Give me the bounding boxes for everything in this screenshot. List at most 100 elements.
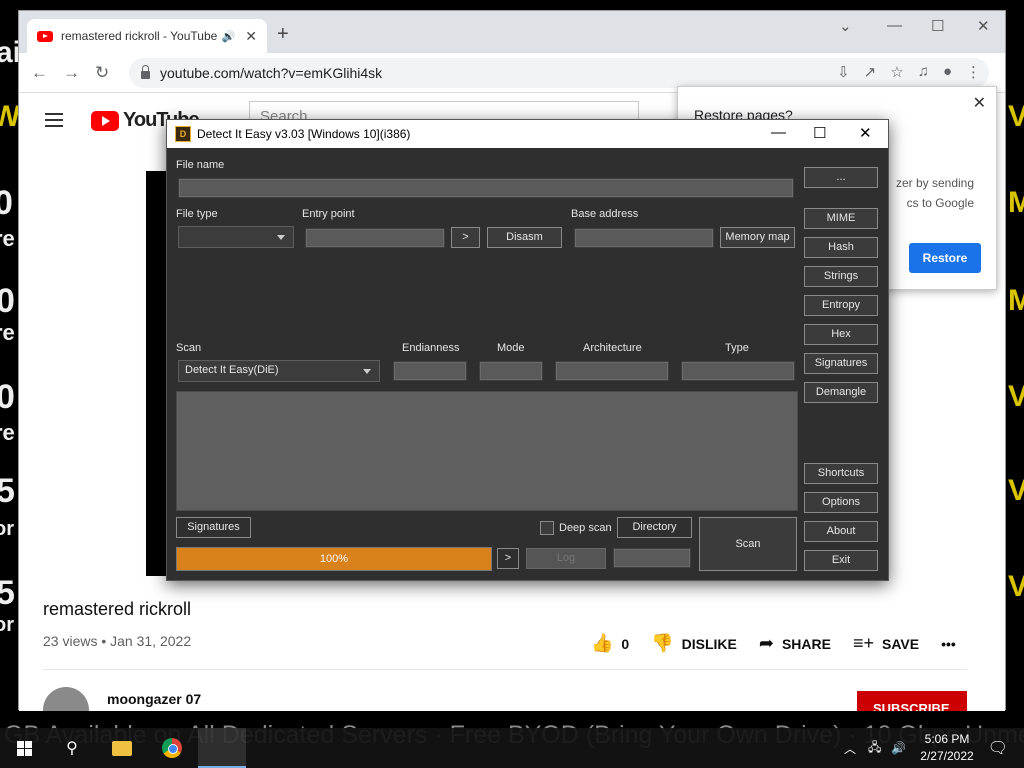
back-icon[interactable]: ← [31, 63, 48, 83]
media-control-icon[interactable]: ♫ [918, 63, 929, 81]
audio-icon[interactable]: 🔊 [222, 30, 236, 43]
video-actions: 👍 0 👎 DISLIKE ➦ SHARE ≡+ SAVE ••• [591, 633, 956, 654]
file-type-select[interactable] [178, 226, 294, 248]
clock-date: 2/27/2022 [920, 749, 974, 763]
chevron-down-icon [363, 369, 371, 374]
log-button[interactable]: Log [526, 548, 606, 569]
shortcuts-button[interactable]: Shortcuts [804, 463, 878, 484]
maximize-button[interactable]: ☐ [931, 17, 944, 35]
entropy-button[interactable]: Entropy [804, 295, 878, 316]
close-button[interactable]: ✕ [859, 124, 872, 142]
search-button[interactable]: ⚲ [48, 728, 96, 768]
close-icon[interactable]: ✕ [973, 93, 986, 113]
signatures-button[interactable]: Signatures [176, 517, 251, 538]
die-body: File name ... File type Entry point > Di… [167, 148, 888, 580]
base-address-field [574, 228, 714, 248]
detect-it-easy-window: D Detect It Easy v3.03 [Windows 10](i386… [166, 119, 889, 581]
entry-point-field [305, 228, 445, 248]
subscribe-button[interactable]: SUBSCRIBE [857, 691, 967, 711]
network-icon[interactable]: 🖧 [868, 738, 881, 759]
signatures-side-button[interactable]: Signatures [804, 353, 878, 374]
maximize-button[interactable]: ☐ [813, 124, 826, 142]
scan-engine-value: Detect It Easy(DiE) [185, 364, 279, 376]
status-field [613, 548, 691, 568]
volume-icon[interactable]: 🔊 [891, 741, 906, 755]
scan-button[interactable]: Scan [699, 517, 797, 571]
chrome-icon [162, 738, 182, 758]
reload-icon[interactable]: ↻ [95, 63, 109, 83]
wallpaper-text: 5 [0, 472, 15, 510]
hex-button[interactable]: Hex [804, 324, 878, 345]
more-actions-button[interactable]: ••• [941, 636, 956, 652]
restore-button[interactable]: Restore [909, 243, 981, 273]
disasm-button[interactable]: Disasm [487, 227, 562, 248]
scan-label: Scan [176, 342, 202, 354]
hamburger-menu-icon[interactable] [45, 113, 63, 131]
browse-button[interactable]: ... [804, 167, 878, 188]
next-button[interactable]: > [497, 548, 519, 569]
wallpaper-text: re [0, 226, 15, 251]
share-button[interactable]: ➦ SHARE [759, 633, 831, 654]
start-button[interactable] [0, 728, 48, 768]
menu-kebab-icon[interactable]: ⋮ [966, 63, 981, 81]
lock-icon[interactable] [141, 65, 150, 79]
hash-button[interactable]: Hash [804, 237, 878, 258]
windows-logo-icon [16, 740, 32, 756]
dislike-button[interactable]: 👎 DISLIKE [651, 633, 737, 654]
save-button[interactable]: ≡+ SAVE [853, 633, 919, 654]
wallpaper-text: M [1008, 284, 1024, 317]
file-name-input[interactable] [178, 178, 794, 198]
exit-button[interactable]: Exit [804, 550, 878, 571]
address-bar-actions: ⇩ ↗ ☆ ♫ ● ⋮ [837, 63, 981, 81]
address-bar[interactable]: youtube.com/watch?v=emKGlihi4sk ⇩ ↗ ☆ ♫ … [129, 58, 989, 88]
die-taskbar-button[interactable] [198, 728, 246, 768]
browser-tab[interactable]: remastered rickroll - YouTube 🔊 ✕ [27, 19, 267, 53]
clock[interactable]: 5:06 PM 2/27/2022 [920, 731, 973, 765]
deep-scan-label: Deep scan [559, 522, 612, 534]
architecture-field [555, 361, 669, 381]
scan-results-area[interactable] [176, 391, 798, 511]
forward-icon[interactable]: → [63, 63, 80, 83]
minimize-button[interactable]: — [771, 124, 786, 141]
options-button[interactable]: Options [804, 492, 878, 513]
profile-icon[interactable]: ● [943, 63, 952, 81]
memory-map-button[interactable]: Memory map [720, 227, 795, 248]
install-icon[interactable]: ⇩ [837, 63, 850, 81]
bookmark-star-icon[interactable]: ☆ [890, 63, 903, 81]
tab-search-icon[interactable]: ⌄ [839, 17, 852, 35]
more-icon: ••• [941, 635, 956, 652]
wallpaper-text: V [1008, 474, 1024, 507]
scan-engine-select[interactable]: Detect It Easy(DiE) [178, 360, 380, 382]
about-button[interactable]: About [804, 521, 878, 542]
wallpaper-text: 0 [0, 282, 15, 320]
wallpaper-text: M [1008, 186, 1024, 219]
video-title: remastered rickroll [43, 599, 192, 619]
strings-button[interactable]: Strings [804, 266, 878, 287]
channel-name[interactable]: moongazer 07 [107, 691, 201, 707]
share-icon[interactable]: ↗ [864, 63, 877, 81]
die-window-title: Detect It Easy v3.03 [Windows 10](i386) [197, 127, 411, 141]
deep-scan-checkbox[interactable] [540, 521, 554, 535]
notifications-icon[interactable]: 🗨 [988, 738, 1008, 758]
minimize-button[interactable]: — [887, 17, 902, 34]
channel-avatar[interactable] [43, 687, 89, 711]
chrome-taskbar-button[interactable] [148, 728, 196, 768]
like-count: 0 [621, 635, 630, 652]
base-address-label: Base address [571, 208, 639, 220]
like-button[interactable]: 👍 0 [591, 633, 629, 654]
endianness-label: Endianness [402, 342, 460, 354]
url-text: youtube.com/watch?v=emKGlihi4sk [160, 65, 383, 81]
thumbs-down-icon: 👎 [651, 633, 674, 653]
mime-button[interactable]: MIME [804, 208, 878, 229]
close-window-button[interactable]: ✕ [977, 17, 990, 35]
directory-button[interactable]: Directory [617, 517, 692, 538]
system-tray: ︿ 🖧 🔊 5:06 PM 2/27/2022 🗨 [844, 728, 1024, 768]
die-app-icon: D [175, 126, 191, 142]
demangle-button[interactable]: Demangle [804, 382, 878, 403]
wallpaper-text: re [0, 420, 15, 445]
file-explorer-button[interactable] [98, 728, 146, 768]
close-tab-icon[interactable]: ✕ [245, 28, 257, 45]
show-hidden-icons-icon[interactable]: ︿ [844, 740, 856, 757]
new-tab-button[interactable]: + [277, 23, 289, 46]
entry-point-go-button[interactable]: > [451, 227, 480, 248]
